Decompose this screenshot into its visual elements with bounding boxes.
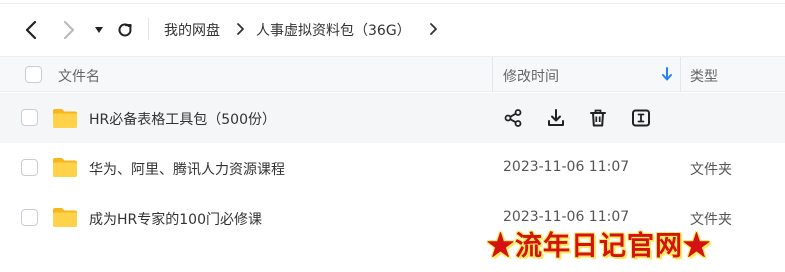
- share-icon[interactable]: [502, 107, 524, 129]
- refresh-button[interactable]: [114, 18, 136, 42]
- column-header-modified[interactable]: 修改时间: [503, 66, 559, 86]
- download-icon[interactable]: [545, 107, 567, 129]
- table-row[interactable]: 华为、阿里、腾讯人力资源课程 2023-11-06 11:07 文件夹: [0, 143, 785, 193]
- column-header-name[interactable]: 文件名: [58, 66, 100, 86]
- row-modified-time: 2023-11-06 11:07: [503, 209, 630, 225]
- breadcrumb-current[interactable]: 人事虚拟资料包（36G）: [256, 20, 411, 40]
- top-border: [0, 0, 785, 4]
- row-modified-time: 2023-11-06 11:07: [503, 159, 630, 175]
- caret-down-icon: [95, 27, 103, 33]
- rename-icon[interactable]: [630, 107, 652, 129]
- row-name[interactable]: 成为HR专家的100门必修课: [89, 209, 262, 229]
- breadcrumb-expand-icon[interactable]: [426, 20, 440, 38]
- delete-icon[interactable]: [587, 107, 609, 129]
- folder-icon: [53, 109, 77, 128]
- chevron-left-icon: [25, 20, 37, 40]
- navigation-bar: 我的网盘 人事虚拟资料包（36G）: [0, 8, 785, 52]
- breadcrumb-root[interactable]: 我的网盘: [164, 20, 220, 40]
- column-divider: [492, 57, 493, 92]
- row-checkbox[interactable]: [21, 209, 38, 226]
- folder-icon: [53, 208, 77, 227]
- chevron-right-icon: [63, 20, 75, 40]
- select-all-checkbox[interactable]: [25, 66, 42, 83]
- folder-icon: [53, 158, 77, 177]
- breadcrumb-arrow-icon: [233, 20, 247, 38]
- table-header: 文件名 修改时间 类型: [0, 56, 785, 92]
- row-checkbox[interactable]: [21, 109, 38, 126]
- row-name[interactable]: 华为、阿里、腾讯人力资源课程: [89, 159, 285, 179]
- row-name[interactable]: HR必备表格工具包（500份）: [89, 109, 276, 129]
- forward-button[interactable]: [58, 18, 80, 42]
- column-header-type[interactable]: 类型: [690, 66, 718, 86]
- history-dropdown-button[interactable]: [88, 18, 110, 42]
- row-checkbox[interactable]: [21, 159, 38, 176]
- row-type: 文件夹: [690, 162, 732, 178]
- nav-divider: [148, 18, 149, 40]
- table-row[interactable]: HR必备表格工具包（500份）: [0, 93, 785, 143]
- sort-descending-icon[interactable]: [660, 66, 674, 82]
- watermark-text: ★流年日记官网★: [487, 231, 711, 262]
- refresh-icon: [118, 23, 132, 37]
- column-divider: [680, 57, 681, 92]
- back-button[interactable]: [20, 18, 42, 42]
